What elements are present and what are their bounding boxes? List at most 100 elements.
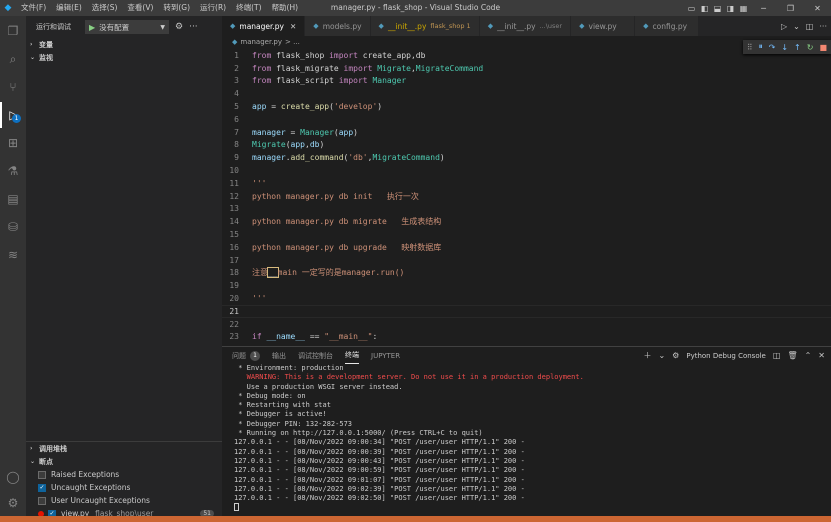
testing-icon[interactable]: ⚗ (0, 158, 26, 184)
code-line: 11 ''' (222, 177, 831, 190)
line-number[interactable]: 20 (222, 294, 252, 303)
menu-item[interactable]: 编辑(E) (51, 0, 87, 16)
editor-tab[interactable]: ◆ models.py (305, 16, 371, 36)
new-terminal-icon[interactable]: ＋ (643, 350, 651, 361)
panel-tab[interactable]: 终端 (345, 347, 359, 364)
close-tab-icon[interactable]: ✕ (290, 22, 296, 31)
minimize-button[interactable]: ─ (750, 4, 777, 13)
breakpoints-section[interactable]: ⌄ 断点 (26, 455, 222, 468)
menu-item[interactable]: 选择(S) (87, 0, 123, 16)
editor-tab[interactable]: ◆ config.py (635, 16, 700, 36)
manage-gear-icon[interactable]: ⚙ (0, 490, 26, 516)
tab-description: ...\user (539, 22, 563, 30)
panel-tab[interactable]: 问题 1 (232, 347, 260, 364)
line-number[interactable]: 15 (222, 230, 252, 239)
terminal-name[interactable]: Python Debug Console (686, 352, 766, 360)
breadcrumb-file[interactable]: manager.py (240, 38, 282, 46)
account-icon[interactable]: ◯ (0, 464, 26, 490)
chevron-down-icon[interactable]: ⌄ (793, 22, 800, 31)
customize-layout-icon[interactable]: ▭ (685, 4, 698, 13)
code-token: python manager.py db init 执行一次 (252, 191, 419, 201)
source-control-icon[interactable]: ⑂ (0, 74, 26, 100)
line-number[interactable]: 3 (222, 76, 252, 85)
breakpoint-checkbox[interactable] (38, 496, 46, 505)
extensions-icon[interactable]: ⊞ (0, 130, 26, 156)
chevron-down-icon[interactable]: ⌄ (658, 351, 665, 360)
trash-icon[interactable]: 🗑 (787, 351, 797, 360)
close-panel-icon[interactable]: ✕ (818, 351, 825, 360)
more-actions-icon[interactable]: ··· (819, 22, 827, 31)
split-terminal-icon[interactable]: ◫ (773, 351, 781, 360)
line-number[interactable]: 8 (222, 140, 252, 149)
settings-gear-icon[interactable]: ⚙ (175, 22, 183, 32)
menu-item[interactable]: 转到(G) (158, 0, 195, 16)
variables-section[interactable]: › 变量 (26, 38, 222, 51)
line-number[interactable]: 12 (222, 192, 252, 201)
more-actions-icon[interactable]: ··· (189, 22, 198, 32)
menu-item[interactable]: 查看(V) (122, 0, 158, 16)
panel-tab[interactable]: JUPYTER (371, 347, 400, 364)
line-number[interactable]: 7 (222, 128, 252, 137)
code-token: from (252, 76, 277, 86)
editor-tab[interactable]: ◆ __init__.py flask_shop 1 (370, 16, 480, 36)
breakpoint-checkbox[interactable]: ✓ (38, 483, 46, 492)
breakpoint-option[interactable]: Raised Exceptions (26, 468, 222, 481)
run-config-dropdown[interactable]: ▶ 没有配置 ▼ (85, 20, 169, 34)
editor-area: ◆ manager.py ✕ ◆ models.py ◆ __init__.py flask_… (222, 16, 831, 346)
code-view[interactable]: 1 from flask_shop import create_app,db 2 fr… (222, 49, 831, 343)
menu-item[interactable]: 文件(F) (16, 0, 51, 16)
maximize-panel-icon[interactable]: ⌃ (805, 351, 812, 360)
toggle-panel-icon[interactable]: ⬓ (711, 4, 724, 13)
line-number[interactable]: 16 (222, 243, 252, 252)
close-window-button[interactable]: ✕ (804, 4, 831, 13)
code-token: : (372, 332, 378, 342)
line-number[interactable]: 14 (222, 217, 252, 226)
menu-item[interactable]: 运行(R) (195, 0, 231, 16)
editor-tab[interactable]: ◆ __init__.py ...\user (479, 16, 572, 36)
explorer-icon[interactable]: ❐ (0, 18, 26, 44)
line-number[interactable]: 9 (222, 153, 252, 162)
breakpoint-option[interactable]: ✓ Uncaught Exceptions (26, 481, 222, 494)
layers-icon[interactable]: ≋ (0, 242, 26, 268)
breadcrumb: ◆ manager.py > ... (222, 36, 831, 48)
line-number[interactable]: 21 (222, 307, 252, 316)
line-number[interactable]: 1 (222, 51, 252, 60)
toggle-sidebar-icon[interactable]: ◧ (698, 4, 711, 13)
start-debugging-icon[interactable]: ▶ (89, 23, 95, 32)
line-number[interactable]: 17 (222, 256, 252, 265)
toggle-secondary-sidebar-icon[interactable]: ◨ (724, 4, 737, 13)
panel-tab[interactable]: 调试控制台 (298, 347, 333, 364)
database-icon[interactable]: ⛁ (0, 214, 26, 240)
search-icon[interactable]: ⌕ (0, 46, 26, 72)
line-number[interactable]: 22 (222, 320, 252, 329)
menu-item[interactable]: 帮助(H) (267, 0, 304, 16)
layout-grid-icon[interactable]: ▦ (737, 4, 750, 13)
editor-tab[interactable]: ◆ manager.py ✕ (222, 16, 306, 36)
breakpoint-checkbox[interactable] (38, 470, 46, 479)
menu-item[interactable]: 终端(T) (231, 0, 266, 16)
run-debug-icon[interactable]: ▷1 (0, 102, 26, 128)
editor-tab[interactable]: ◆ view.py (571, 16, 636, 36)
terminal-output[interactable]: * Environment: production WARNING: This … (222, 364, 831, 513)
breakpoint-option[interactable]: User Uncaught Exceptions (26, 494, 222, 507)
run-file-icon[interactable]: ▷ (781, 22, 787, 31)
python-file-icon: ◆ (230, 22, 236, 30)
split-editor-icon[interactable]: ◫ (806, 22, 814, 31)
line-number[interactable]: 10 (222, 166, 252, 175)
watch-section[interactable]: ⌄ 监视 (26, 51, 222, 64)
line-number[interactable]: 11 (222, 179, 252, 188)
notebook-icon[interactable]: ▤ (0, 186, 26, 212)
line-number[interactable]: 5 (222, 102, 252, 111)
line-number[interactable]: 18 (222, 268, 252, 277)
line-number[interactable]: 4 (222, 89, 252, 98)
line-number[interactable]: 2 (222, 64, 252, 73)
line-number[interactable]: 13 (222, 204, 252, 213)
line-number[interactable]: 19 (222, 281, 252, 290)
line-number[interactable]: 23 (222, 332, 252, 341)
panel-tab[interactable]: 输出 (272, 347, 286, 364)
line-number[interactable]: 6 (222, 115, 252, 124)
python-file-icon: ◆ (378, 22, 384, 30)
code-line: 12 python manager.py db init 执行一次 (222, 190, 831, 203)
restore-button[interactable]: ❐ (777, 4, 804, 13)
callstack-section[interactable]: › 调用堆栈 (26, 442, 222, 455)
